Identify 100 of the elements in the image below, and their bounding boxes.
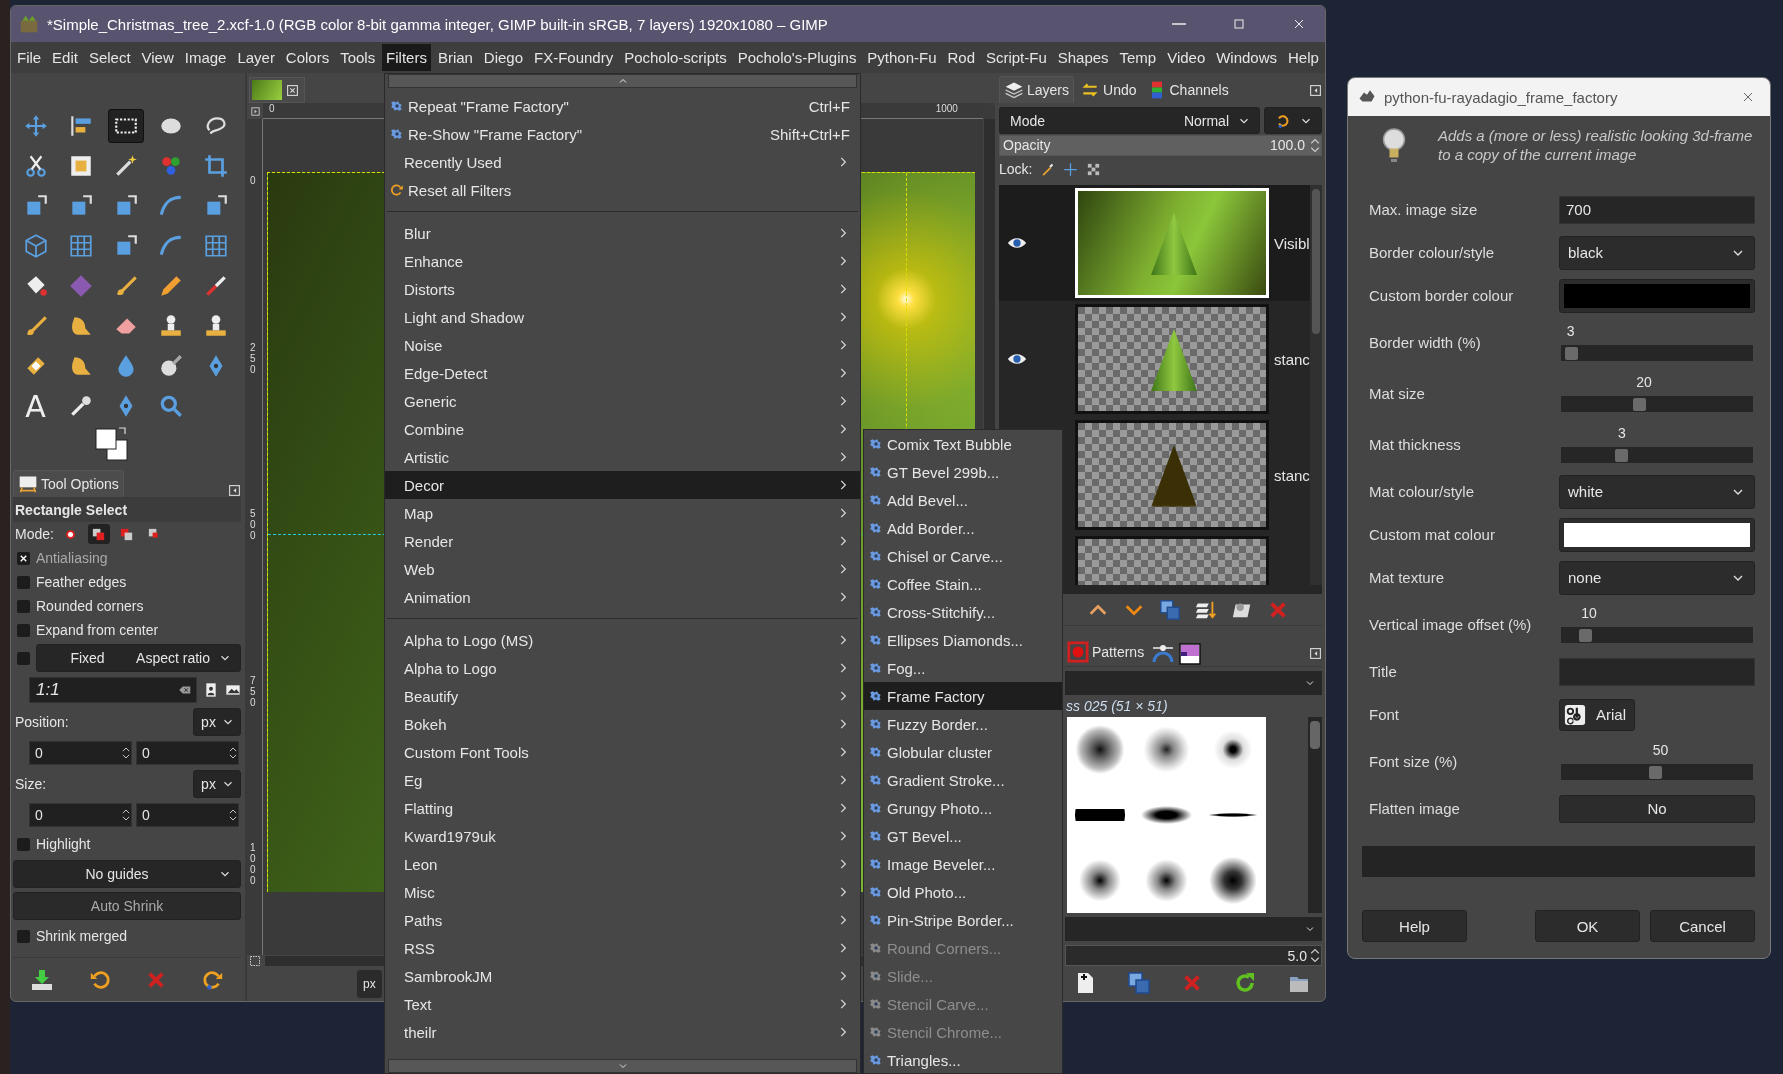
menu-item[interactable]: Ellipses Diamonds... xyxy=(864,626,1062,654)
checker-icon[interactable] xyxy=(1086,161,1102,177)
layer-name[interactable]: stanc xyxy=(1269,350,1310,368)
menu-item[interactable]: Layer xyxy=(233,44,279,71)
menu-item[interactable]: Decor xyxy=(385,471,860,499)
menu-item[interactable]: SambrookJM xyxy=(385,962,860,990)
checkbox[interactable] xyxy=(17,623,30,637)
font-button[interactable]: Arial xyxy=(1559,698,1635,731)
duplicate-icon[interactable] xyxy=(1127,971,1151,995)
image-tab[interactable] xyxy=(249,77,305,103)
rectangle-select-icon[interactable] xyxy=(107,109,144,143)
menu-item[interactable]: Windows xyxy=(1212,44,1282,71)
move-icon[interactable] xyxy=(1063,161,1079,177)
layer-name[interactable]: stanc xyxy=(1269,466,1310,484)
menu-item[interactable]: Python-Fu xyxy=(863,44,941,71)
checkbox[interactable] xyxy=(17,929,30,943)
menu-item[interactable]: Bokeh xyxy=(385,710,860,738)
panel-menu-icon[interactable] xyxy=(228,484,241,497)
menu-item[interactable]: FX-Foundry xyxy=(530,44,618,71)
menu-item[interactable]: Triangles... xyxy=(864,1046,1062,1073)
patterns-tab[interactable]: Patterns xyxy=(1063,638,1149,666)
vertical-scrollbar[interactable] xyxy=(1310,185,1322,585)
menu-item[interactable]: Generic xyxy=(385,387,860,415)
mode-dropdown[interactable]: Mode Normal xyxy=(999,107,1260,134)
menu-item[interactable]: Coffee Stain... xyxy=(864,570,1062,598)
slider-thumb[interactable] xyxy=(1614,448,1628,462)
save-icon[interactable] xyxy=(30,967,55,992)
dock-tab[interactable]: Channels xyxy=(1142,77,1233,103)
help-button[interactable]: Help xyxy=(1362,910,1467,942)
menu-item[interactable]: Noise xyxy=(385,331,860,359)
dock-tab[interactable]: Undo xyxy=(1076,77,1141,103)
number-field[interactable]: 0 xyxy=(136,803,239,827)
number-field[interactable]: 0 xyxy=(136,741,239,765)
text-tool[interactable]: A xyxy=(17,389,54,423)
panel-menu-icon[interactable] xyxy=(1309,84,1322,97)
menu-item[interactable]: Comix Text Bubble xyxy=(864,430,1062,458)
menu-item[interactable]: Help xyxy=(1284,44,1323,71)
menu-item[interactable]: Alpha to Logo (MS) xyxy=(385,626,860,654)
menu-item[interactable]: Edge-Detect xyxy=(385,359,860,387)
menu-item[interactable]: Chisel or Carve... xyxy=(864,542,1062,570)
menu-item[interactable]: Filters xyxy=(382,44,431,71)
unit-dropdown[interactable]: px xyxy=(193,708,241,736)
checkbox[interactable] xyxy=(17,551,30,565)
undo-icon[interactable] xyxy=(88,968,111,991)
menu-item[interactable]: Diego xyxy=(479,44,528,71)
unit-button[interactable]: px xyxy=(357,970,382,998)
ruler-corner-button[interactable] xyxy=(247,103,263,119)
menu-item[interactable]: Pin-Stripe Border... xyxy=(864,906,1062,934)
menu-item[interactable]: Map xyxy=(385,499,860,527)
landscape-icon[interactable] xyxy=(225,682,241,698)
layer-thumbnail[interactable] xyxy=(1075,420,1269,530)
checkbox[interactable] xyxy=(17,651,30,665)
menu-item[interactable]: Grungy Photo... xyxy=(864,794,1062,822)
ok-button[interactable]: OK xyxy=(1535,910,1640,942)
duplicate-icon[interactable] xyxy=(1159,598,1181,621)
slider-track[interactable] xyxy=(1561,626,1753,643)
menu-item[interactable]: Enhance xyxy=(385,247,860,275)
menu-item[interactable]: Rod xyxy=(943,44,979,71)
vertical-scrollbar[interactable] xyxy=(1308,717,1322,913)
menu-item[interactable]: Alpha to Logo xyxy=(385,654,860,682)
menu-item[interactable]: Fuzzy Border... xyxy=(864,710,1062,738)
opacity-slider[interactable]: Opacity 100.0 xyxy=(999,135,1322,156)
menu-item[interactable]: Animation xyxy=(385,583,860,611)
panel-menu-icon[interactable] xyxy=(1309,647,1322,660)
dropdown[interactable]: black xyxy=(1559,235,1755,270)
menu-item[interactable]: File xyxy=(13,44,46,71)
color-swatches-icon[interactable] xyxy=(95,426,129,462)
menu-item[interactable]: Light and Shadow xyxy=(385,303,860,331)
tool-options-tab[interactable]: Tool Options xyxy=(13,470,124,497)
spacing-field[interactable]: 5.0 xyxy=(1065,945,1322,966)
menu-item[interactable]: Shapes xyxy=(1053,44,1113,71)
slider-track[interactable] xyxy=(1561,763,1753,780)
menu-item[interactable]: Temp xyxy=(1115,44,1161,71)
unit-dropdown[interactable]: px xyxy=(193,770,241,798)
cancel-button[interactable]: Cancel xyxy=(1650,910,1755,942)
toggle-button[interactable]: No xyxy=(1559,794,1755,823)
menu-item[interactable]: Globular cluster xyxy=(864,738,1062,766)
menu-item[interactable]: Image Beveler... xyxy=(864,850,1062,878)
number-field[interactable]: 0 xyxy=(29,741,132,765)
menu-item[interactable]: Repeat "Frame Factory" Ctrl+F xyxy=(385,92,860,120)
mode-button[interactable] xyxy=(87,524,110,544)
menu-item[interactable]: Colors xyxy=(281,44,334,71)
menu-item[interactable]: RSS xyxy=(385,934,860,962)
brush-icon[interactable] xyxy=(1040,161,1056,177)
text-field[interactable] xyxy=(1559,657,1755,686)
menu-item[interactable]: Leon xyxy=(385,850,860,878)
menu-item[interactable]: Edit xyxy=(48,44,82,71)
menu-item[interactable]: Pocholo-scripts xyxy=(620,44,731,71)
menu-item[interactable]: Cross-Stitchify... xyxy=(864,598,1062,626)
menu-item[interactable]: Old Photo... xyxy=(864,878,1062,906)
menu-item[interactable]: Image xyxy=(180,44,231,71)
menu-item[interactable]: Web xyxy=(385,555,860,583)
menu-item[interactable]: Reset all Filters xyxy=(385,176,860,204)
slider-thumb[interactable] xyxy=(1648,765,1662,779)
ratio-field[interactable]: 1:1 xyxy=(29,677,197,703)
menu-item[interactable]: Flatting xyxy=(385,794,860,822)
menu-item[interactable]: Paths xyxy=(385,906,860,934)
menu-item[interactable]: Tools xyxy=(336,44,380,71)
reset-icon[interactable] xyxy=(201,968,224,991)
checkbox[interactable] xyxy=(17,599,30,613)
